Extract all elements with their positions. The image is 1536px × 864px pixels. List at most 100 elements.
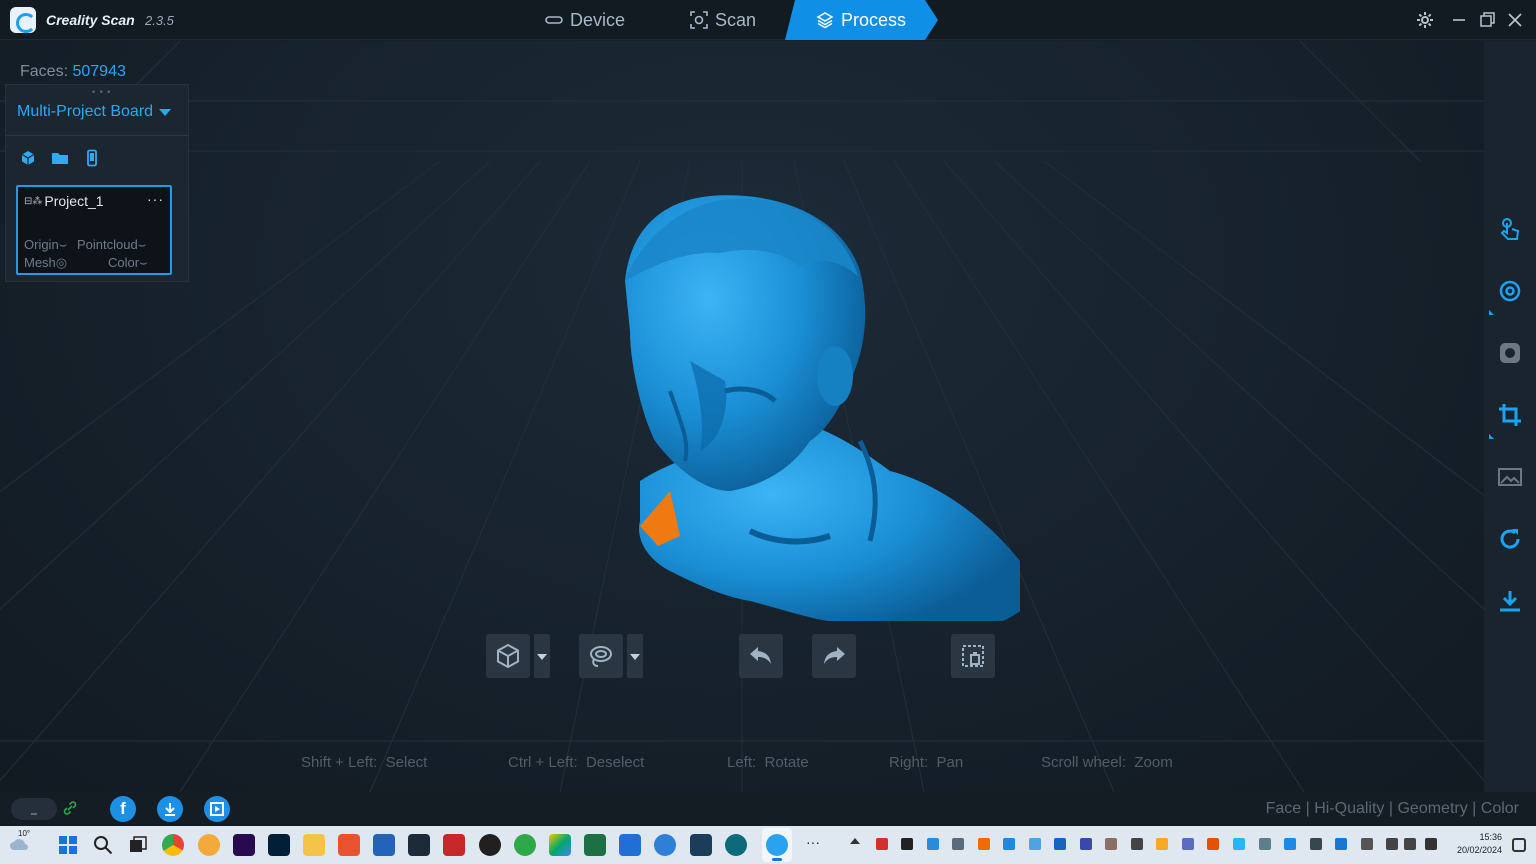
tray-app-icon[interactable] [1207,838,1219,850]
clock-time: 15:36 [1479,832,1502,842]
task-view-icon[interactable] [127,834,149,856]
premiere-icon[interactable] [233,834,255,856]
project-card[interactable]: ⊟⁂ Project_1 ··· Origin⌣ Pointcloud⌣ Mes… [16,185,172,275]
multi-project-board: • • • Multi-Project Board ⊟⁂ Project_1 ·… [5,84,189,282]
microphone-icon[interactable] [1361,838,1373,850]
battery-icon[interactable] [1425,838,1437,850]
hint-rotate: Left: Rotate [727,754,809,771]
app-icon-orange[interactable] [198,834,220,856]
excel-icon[interactable] [584,834,606,856]
play-icon[interactable] [549,834,571,856]
attr-pointcloud[interactable]: Pointcloud⌣ [77,237,146,253]
tray-app-icon[interactable] [1105,838,1117,850]
tray-app-icon[interactable] [901,838,913,850]
tray-app-icon[interactable] [1310,838,1322,850]
selection-mode-dropdown[interactable] [627,634,643,678]
divider [6,135,188,136]
tray-app-icon[interactable] [1003,838,1015,850]
tab-device[interactable]: Device [545,0,625,40]
collapse-icon[interactable]: ⊟⁂ [24,196,42,207]
more-options-icon[interactable]: ··· [147,191,164,207]
download-app-icon[interactable] [157,796,183,822]
submenu-corner-icon [1489,310,1494,315]
render-mode-switch[interactable]: Face | Hi-Quality | Geometry | Color [1266,800,1519,818]
fuse-icon[interactable] [1497,278,1523,304]
tray-app-icon[interactable] [1182,838,1194,850]
system-clock[interactable]: 15:36 20/02/2024 [1457,831,1502,857]
windows-start-icon[interactable] [57,834,79,856]
close-icon[interactable] [1506,11,1524,29]
attr-color[interactable]: Color⌣ [108,255,148,271]
sync-icon[interactable] [514,834,536,856]
tray-app-icon[interactable] [927,838,939,850]
chrome-icon[interactable] [162,834,184,856]
undo-button[interactable] [739,634,783,678]
tray-app-icon[interactable] [1259,838,1271,850]
file-explorer-icon[interactable] [303,834,325,856]
tab-scan-label: Scan [715,9,757,30]
tray-app-icon[interactable] [1284,838,1296,850]
view-cube-dropdown[interactable] [534,634,550,678]
device-status-toggle[interactable] [11,798,57,820]
more-apps-icon[interactable]: ··· [802,834,824,856]
restore-icon[interactable] [1478,11,1496,29]
tray-app-icon[interactable] [1131,838,1143,850]
redo-button[interactable] [812,634,856,678]
multi-project-board-dropdown[interactable]: Multi-Project Board [17,103,172,121]
network-icon[interactable] [1386,838,1398,850]
photoshop-icon[interactable] [268,834,290,856]
attr-mesh[interactable]: Mesh◎ [24,255,67,271]
cube-icon[interactable] [19,149,37,167]
3d-viewport[interactable]: Faces: 507943 [0,41,1484,792]
calculator-icon[interactable] [408,834,430,856]
search-icon[interactable] [92,834,114,856]
notification-icon[interactable] [1512,838,1526,852]
tray-app-icon[interactable] [1080,838,1092,850]
touch-icon[interactable] [1497,216,1523,242]
app-icon-maroon[interactable] [443,834,465,856]
scanned-bust-model[interactable] [600,141,1040,621]
app-icon-red[interactable] [338,834,360,856]
hint-zoom: Scroll wheel: Zoom [1041,754,1173,771]
tab-scan[interactable]: Scan [690,0,756,40]
app-icon-c[interactable] [654,834,676,856]
phone-icon[interactable] [83,149,101,167]
texture-icon[interactable] [1497,340,1523,366]
hint-pan: Right: Pan [889,754,963,771]
obs-icon[interactable] [479,834,501,856]
tray-app-icon[interactable] [1233,838,1245,850]
tray-app-icon[interactable] [952,838,964,850]
minimize-icon[interactable] [1450,11,1468,29]
settings-gear-icon[interactable] [1416,11,1434,29]
volume-icon[interactable] [1404,838,1416,850]
view-cube-button[interactable] [486,634,530,678]
app-icon-dark[interactable] [690,834,712,856]
project-title: ⊟⁂ Project_1 [24,193,104,209]
tray-chevron-up-icon[interactable] [850,838,860,844]
download-icon[interactable] [1497,588,1523,614]
tray-app-icon[interactable] [1156,838,1168,850]
video-tutorial-icon[interactable] [204,796,230,822]
folder-icon[interactable] [51,149,69,167]
tray-app-icon[interactable] [876,838,888,850]
bluetooth-icon[interactable] [1054,838,1066,850]
tray-app-icon[interactable] [978,838,990,850]
link-icon[interactable] [62,800,78,816]
tab-process[interactable]: Process [785,0,938,40]
store-icon[interactable] [373,834,395,856]
facebook-icon[interactable]: f [110,796,136,822]
attr-origin[interactable]: Origin⌣ [24,237,67,253]
panel-grip-icon[interactable]: • • • [92,87,111,97]
weather-temperature: 10° [18,829,31,838]
tray-app-icon[interactable] [1029,838,1041,850]
creality-scan-icon [766,834,788,856]
refresh-icon[interactable] [1497,526,1523,552]
tray-app-icon[interactable] [1335,838,1347,850]
app-icon-blue[interactable] [619,834,641,856]
status-bar: f Face | Hi-Quality | Geometry | Color [0,792,1536,826]
lasso-select-button[interactable] [579,634,623,678]
delete-selection-button[interactable] [951,634,995,678]
app-icon-teal[interactable] [725,834,747,856]
image-icon[interactable] [1497,464,1523,490]
crop-icon[interactable] [1497,402,1523,428]
